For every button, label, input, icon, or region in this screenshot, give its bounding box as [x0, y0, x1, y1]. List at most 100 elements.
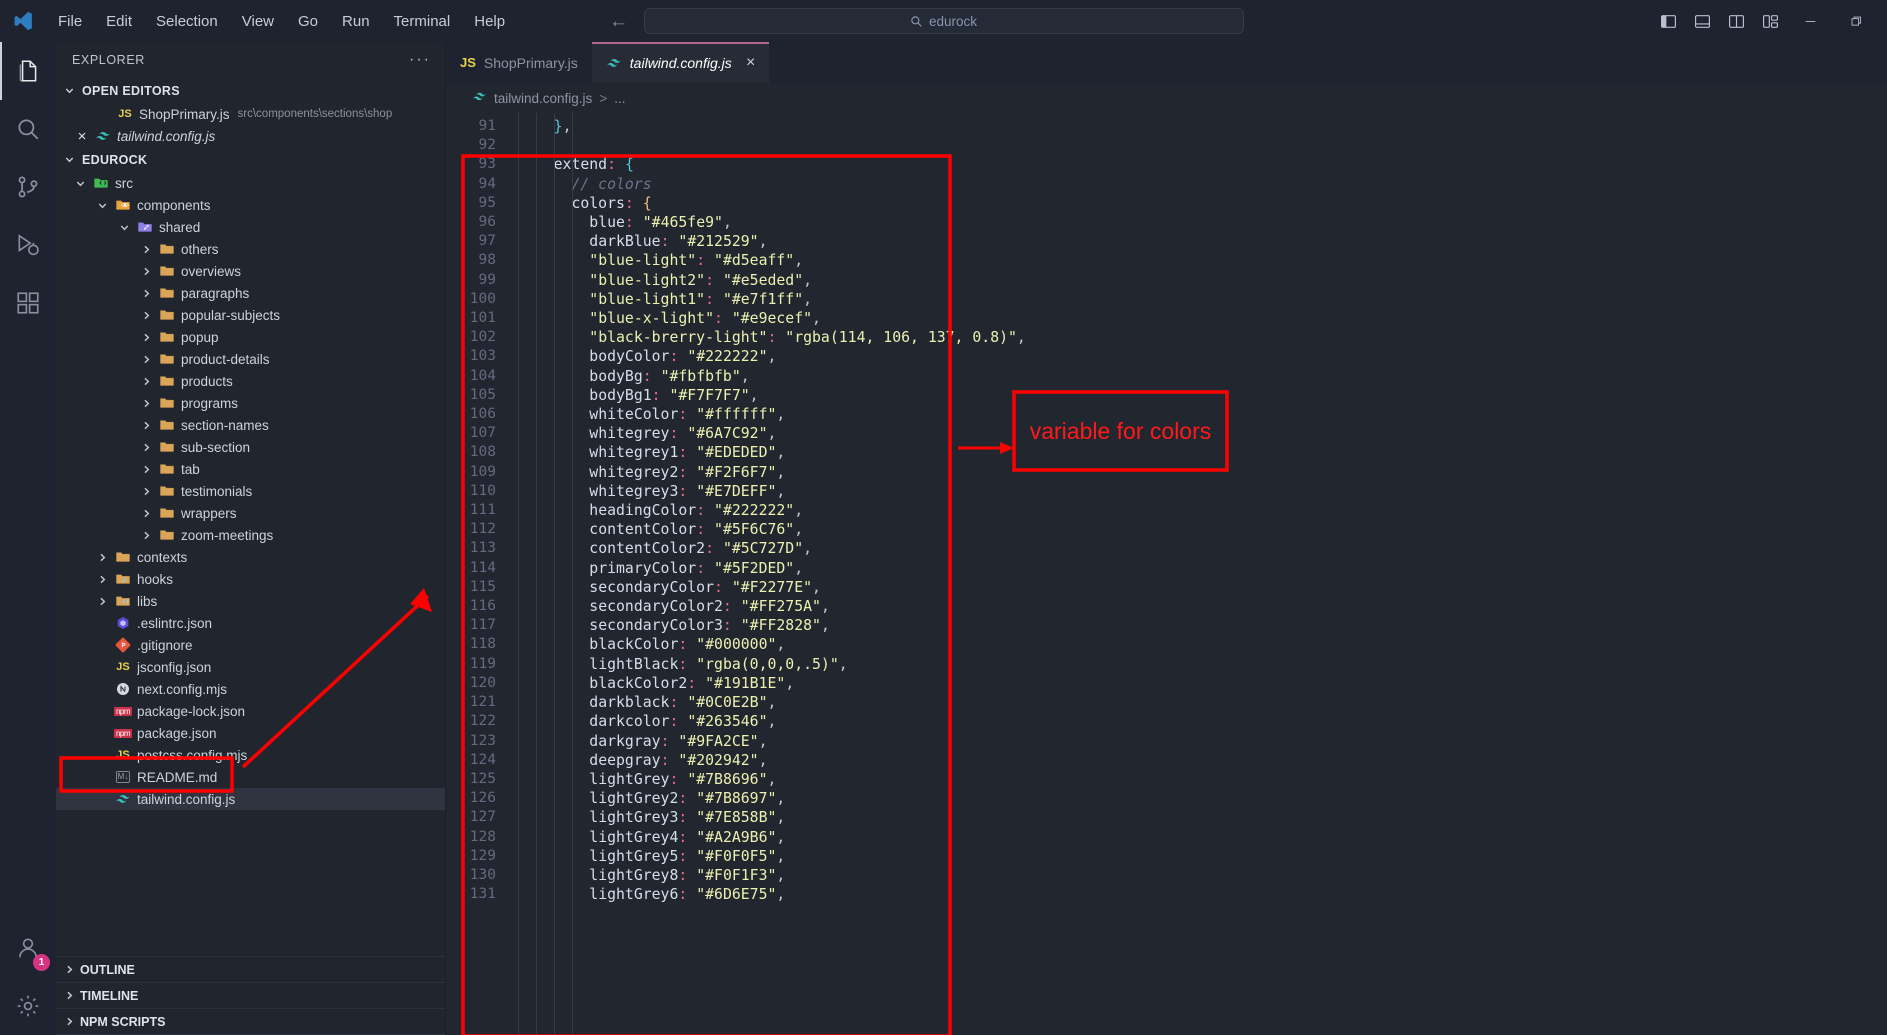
code-line[interactable]: lightGrey8: "#F0F1F3",	[518, 866, 1887, 885]
activity-search-icon[interactable]	[0, 100, 56, 158]
code-line[interactable]: contentColor: "#5F6C76",	[518, 520, 1887, 539]
open-editor-tailwind-config[interactable]: × tailwind.config.js	[56, 125, 445, 147]
code-line[interactable]: "black-brerry-light": "rgba(114, 106, 13…	[518, 328, 1887, 347]
code-line[interactable]: primaryColor: "#5F2DED",	[518, 559, 1887, 578]
tree-file-jsconfig-json[interactable]: JS jsconfig.json	[56, 656, 445, 678]
code-line[interactable]: darkBlue: "#212529",	[518, 232, 1887, 251]
toggle-panel-icon[interactable]	[1685, 4, 1719, 38]
code-line[interactable]: lightGrey3: "#7E858B",	[518, 808, 1887, 827]
menu-terminal[interactable]: Terminal	[382, 10, 463, 33]
code-line[interactable]: extend: {	[518, 155, 1887, 174]
timeline-section-header[interactable]: TIMELINE	[56, 983, 445, 1009]
tree-folder-product-details[interactable]: product-details	[56, 348, 445, 370]
outline-section-header[interactable]: OUTLINE	[56, 957, 445, 983]
menu-edit[interactable]: Edit	[94, 10, 144, 33]
code-line[interactable]: darkcolor: "#263546",	[518, 712, 1887, 731]
code-line[interactable]: "blue-light2": "#e5eded",	[518, 271, 1887, 290]
activity-settings-gear-icon[interactable]	[0, 977, 56, 1035]
tree-folder-popular-subjects[interactable]: popular-subjects	[56, 304, 445, 326]
toggle-primary-sidebar-icon[interactable]	[1651, 4, 1685, 38]
code-line[interactable]: bodyBg: "#fbfbfb",	[518, 367, 1887, 386]
code-line[interactable]: whiteColor: "#ffffff",	[518, 405, 1887, 424]
tree-folder-products[interactable]: products	[56, 370, 445, 392]
code-line[interactable]: whitegrey2: "#F2F6F7",	[518, 463, 1887, 482]
menu-help[interactable]: Help	[462, 10, 517, 33]
close-icon[interactable]: ×	[72, 128, 92, 145]
menu-file[interactable]: File	[46, 10, 94, 33]
breadcrumb-file[interactable]: tailwind.config.js	[494, 91, 592, 106]
code-line[interactable]: blue: "#465fe9",	[518, 213, 1887, 232]
go-back-icon[interactable]: ←	[609, 12, 628, 31]
code-line[interactable]: bodyBg1: "#F7F7F7",	[518, 386, 1887, 405]
code-line[interactable]: whitegrey3: "#E7DEFF",	[518, 482, 1887, 501]
code-line[interactable]: lightGrey4: "#A2A9B6",	[518, 828, 1887, 847]
tree-folder-sub-section[interactable]: sub-section	[56, 436, 445, 458]
code-line[interactable]: lightGrey: "#7B8696",	[518, 770, 1887, 789]
tree-file-next-config-mjs[interactable]: next.config.mjs	[56, 678, 445, 700]
activity-source-control-icon[interactable]	[0, 158, 56, 216]
window-minimize-button[interactable]	[1787, 4, 1833, 38]
code-line[interactable]: whitegrey: "#6A7C92",	[518, 424, 1887, 443]
activity-run-and-debug-icon[interactable]	[0, 216, 56, 274]
code-line[interactable]: deepgray: "#202942",	[518, 751, 1887, 770]
code-content[interactable]: }, extend: { // colors colors: { blue: "…	[508, 113, 1887, 1035]
tree-file-package-lock-json[interactable]: npm package-lock.json	[56, 700, 445, 722]
customize-layout-icon[interactable]	[1753, 4, 1787, 38]
code-line[interactable]	[518, 136, 1887, 155]
sidebar-more-actions-icon[interactable]: ···	[409, 51, 431, 69]
open-editors-section-header[interactable]: OPEN EDITORS	[56, 78, 445, 103]
tree-folder-testimonials[interactable]: testimonials	[56, 480, 445, 502]
tree-file--gitignore[interactable]: .gitignore	[56, 634, 445, 656]
menu-go[interactable]: Go	[286, 10, 330, 33]
tree-folder-popup[interactable]: popup	[56, 326, 445, 348]
menu-selection[interactable]: Selection	[144, 10, 230, 33]
tab-tailwind-config-js[interactable]: tailwind.config.js ×	[591, 42, 770, 83]
code-line[interactable]: darkgray: "#9FA2CE",	[518, 732, 1887, 751]
tree-folder-contexts[interactable]: contexts	[56, 546, 445, 568]
code-line[interactable]: lightBlack: "rgba(0,0,0,.5)",	[518, 655, 1887, 674]
code-line[interactable]: blackColor2: "#191B1E",	[518, 674, 1887, 693]
tree-folder-src[interactable]: src	[56, 172, 445, 194]
tree-folder-libs[interactable]: libs	[56, 590, 445, 612]
window-restore-button[interactable]	[1833, 4, 1879, 38]
tree-folder-components[interactable]: components	[56, 194, 445, 216]
tree-file--eslintrc-json[interactable]: .eslintrc.json	[56, 612, 445, 634]
code-line[interactable]: secondaryColor3: "#FF2828",	[518, 616, 1887, 635]
code-line[interactable]: secondaryColor2: "#FF275A",	[518, 597, 1887, 616]
tree-folder-paragraphs[interactable]: paragraphs	[56, 282, 445, 304]
tree-file-tailwind-config-js[interactable]: tailwind.config.js	[56, 788, 445, 810]
breadcrumb-rest[interactable]: ...	[614, 91, 625, 106]
code-line[interactable]: },	[518, 117, 1887, 136]
tree-file-readme-md[interactable]: M↓ README.md	[56, 766, 445, 788]
activity-explorer-icon[interactable]	[0, 42, 56, 100]
code-line[interactable]: darkblack: "#0C0E2B",	[518, 693, 1887, 712]
workspace-section-header[interactable]: EDUROCK	[56, 147, 445, 172]
toggle-secondary-sidebar-icon[interactable]	[1719, 4, 1753, 38]
tree-file-postcss-config-mjs[interactable]: JS postcss.config.mjs	[56, 744, 445, 766]
tree-folder-overviews[interactable]: overviews	[56, 260, 445, 282]
tree-folder-others[interactable]: others	[56, 238, 445, 260]
npm-scripts-section-header[interactable]: NPM SCRIPTS	[56, 1009, 445, 1035]
menu-view[interactable]: View	[230, 10, 286, 33]
code-line[interactable]: blackColor: "#000000",	[518, 635, 1887, 654]
code-editor[interactable]: 91 92 93 94 95 96 97 98 99 100 101 102 103 104 105 106 1…	[446, 113, 1887, 1035]
code-line[interactable]: // colors	[518, 175, 1887, 194]
code-line[interactable]: lightGrey6: "#6D6E75",	[518, 885, 1887, 904]
activity-extensions-icon[interactable]	[0, 274, 56, 332]
tree-folder-shared[interactable]: shared	[56, 216, 445, 238]
code-line[interactable]: bodyColor: "#222222",	[518, 347, 1887, 366]
code-line[interactable]: colors: {	[518, 194, 1887, 213]
code-line[interactable]: "blue-x-light": "#e9ecef",	[518, 309, 1887, 328]
tab-close-icon[interactable]: ×	[746, 54, 755, 71]
tree-folder-tab[interactable]: tab	[56, 458, 445, 480]
menu-run[interactable]: Run	[330, 10, 382, 33]
code-line[interactable]: secondaryColor: "#F2277E",	[518, 578, 1887, 597]
code-line[interactable]: whitegrey1: "#EDEDED",	[518, 443, 1887, 462]
code-line[interactable]: headingColor: "#222222",	[518, 501, 1887, 520]
code-line[interactable]: contentColor2: "#5C727D",	[518, 539, 1887, 558]
tree-folder-programs[interactable]: programs	[56, 392, 445, 414]
command-center-search[interactable]: edurock	[643, 8, 1244, 34]
code-line[interactable]: "blue-light1": "#e7f1ff",	[518, 290, 1887, 309]
tab-shopprimary-js[interactable]: JS ShopPrimary.js	[446, 42, 592, 83]
code-line[interactable]: lightGrey5: "#F0F0F5",	[518, 847, 1887, 866]
